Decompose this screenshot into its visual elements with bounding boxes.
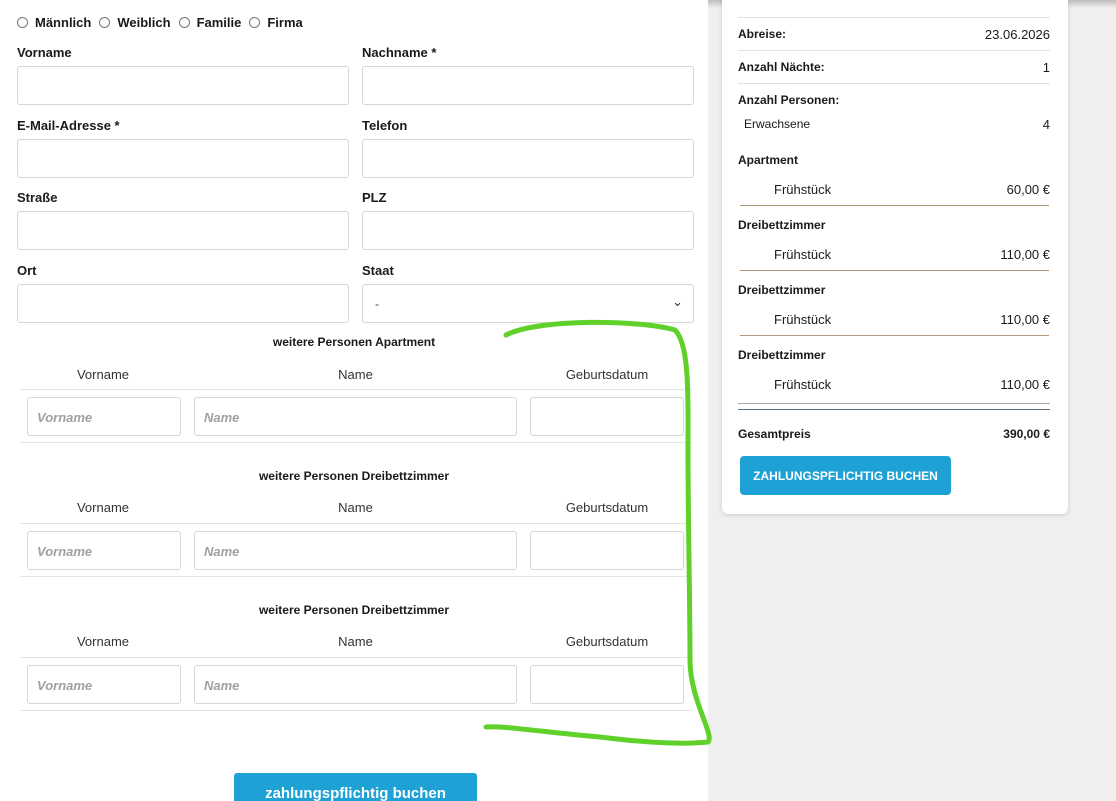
city-input[interactable] [17, 284, 349, 323]
radio-company[interactable]: Firma [249, 15, 303, 30]
divider [738, 403, 1050, 404]
divider [738, 17, 1050, 18]
persons-count-label: Anzahl Personen: [738, 93, 840, 107]
room-item: Frühstück [774, 182, 832, 197]
radio-male[interactable]: Männlich [17, 15, 91, 30]
person-name-input[interactable]: Name [194, 665, 517, 704]
divider [740, 335, 1049, 336]
person-birthdate-input[interactable] [530, 531, 684, 570]
first-name-label: Vorname [17, 45, 72, 60]
country-select[interactable]: - ⌄ [362, 284, 694, 323]
city-label: Ort [17, 263, 37, 278]
divider [20, 657, 692, 658]
radio-icon [249, 17, 261, 28]
room-name: Dreibettzimmer [738, 218, 826, 232]
divider [740, 205, 1049, 206]
person-first-name-input[interactable]: Vorname [27, 665, 181, 704]
salutation-group: Männlich Weiblich Familie Firma [17, 15, 311, 30]
phone-input[interactable] [362, 139, 694, 178]
street-label: Straße [17, 190, 58, 205]
departure-value: 23.06.2026 [984, 27, 1050, 42]
adults-label: Erwachsene [744, 117, 811, 131]
radio-label: Familie [196, 15, 242, 30]
zip-label: PLZ [362, 190, 387, 205]
total-label: Gesamtpreis [738, 427, 811, 441]
email-input[interactable] [17, 139, 349, 178]
room-name: Apartment [738, 153, 799, 167]
divider [738, 50, 1050, 51]
radio-label: Firma [267, 15, 303, 30]
country-value: - [375, 297, 379, 311]
col-name: Name [338, 634, 373, 649]
adults-value: 4 [1042, 117, 1050, 132]
room-price: 110,00 € [1000, 247, 1050, 262]
last-name-input[interactable] [362, 66, 694, 105]
person-first-name-input[interactable]: Vorname [27, 531, 181, 570]
person-first-name-input[interactable]: Vorname [27, 397, 181, 436]
phone-label: Telefon [362, 118, 408, 133]
first-name-input[interactable] [17, 66, 349, 105]
street-input[interactable] [17, 211, 349, 250]
col-name: Name [338, 367, 373, 382]
col-name: Name [338, 500, 373, 515]
departure-label: Abreise: [738, 27, 787, 41]
persons-title: weitere Personen Dreibettzimmer [258, 469, 450, 483]
divider [20, 442, 692, 443]
divider [740, 270, 1049, 271]
room-price: 110,00 € [1000, 377, 1050, 392]
guest-form-panel: Männlich Weiblich Familie Firma Vorname … [0, 0, 708, 801]
divider [20, 576, 692, 577]
room-item: Frühstück [774, 247, 832, 262]
divider [738, 83, 1050, 84]
person-birthdate-input[interactable] [530, 397, 684, 436]
divider [20, 710, 692, 711]
divider [738, 409, 1050, 410]
person-name-input[interactable]: Name [194, 397, 517, 436]
room-name: Dreibettzimmer [738, 348, 826, 362]
person-birthdate-input[interactable] [530, 665, 684, 704]
divider [20, 389, 692, 390]
room-item: Frühstück [774, 312, 832, 327]
book-button-bottom[interactable]: zahlungspflichtig buchen [234, 773, 477, 801]
col-birthdate: Geburtsdatum [565, 500, 649, 515]
radio-female[interactable]: Weiblich [99, 15, 171, 30]
radio-icon [99, 17, 111, 28]
col-birthdate: Geburtsdatum [565, 634, 649, 649]
nights-value: 1 [1042, 60, 1050, 75]
divider [20, 523, 692, 524]
zip-input[interactable] [362, 211, 694, 250]
room-item: Frühstück [774, 377, 832, 392]
col-first-name: Vorname [76, 634, 130, 649]
email-label: E-Mail-Adresse * [17, 118, 120, 133]
radio-icon [178, 17, 190, 28]
room-name: Dreibettzimmer [738, 283, 826, 297]
col-first-name: Vorname [76, 367, 130, 382]
book-button[interactable]: ZAHLUNGSPFLICHTIG BUCHEN [740, 456, 951, 495]
radio-icon [17, 17, 28, 28]
country-label: Staat [362, 263, 394, 278]
radio-family[interactable]: Familie [178, 15, 242, 30]
nights-label: Anzahl Nächte: [738, 60, 825, 74]
room-price: 60,00 € [1006, 182, 1050, 197]
total-value: 390,00 € [1003, 427, 1050, 441]
chevron-down-icon: ⌄ [672, 294, 683, 309]
col-first-name: Vorname [76, 500, 130, 515]
persons-title: weitere Personen Apartment [272, 335, 436, 349]
col-birthdate: Geburtsdatum [565, 367, 649, 382]
booking-summary: Abreise: 23.06.2026 Anzahl Nächte: 1 Anz… [722, 0, 1068, 514]
person-name-input[interactable]: Name [194, 531, 517, 570]
room-price: 110,00 € [1000, 312, 1050, 327]
persons-title: weitere Personen Dreibettzimmer [258, 603, 450, 617]
radio-label: Weiblich [117, 15, 171, 30]
last-name-label: Nachname * [362, 45, 437, 60]
radio-label: Männlich [35, 15, 92, 30]
